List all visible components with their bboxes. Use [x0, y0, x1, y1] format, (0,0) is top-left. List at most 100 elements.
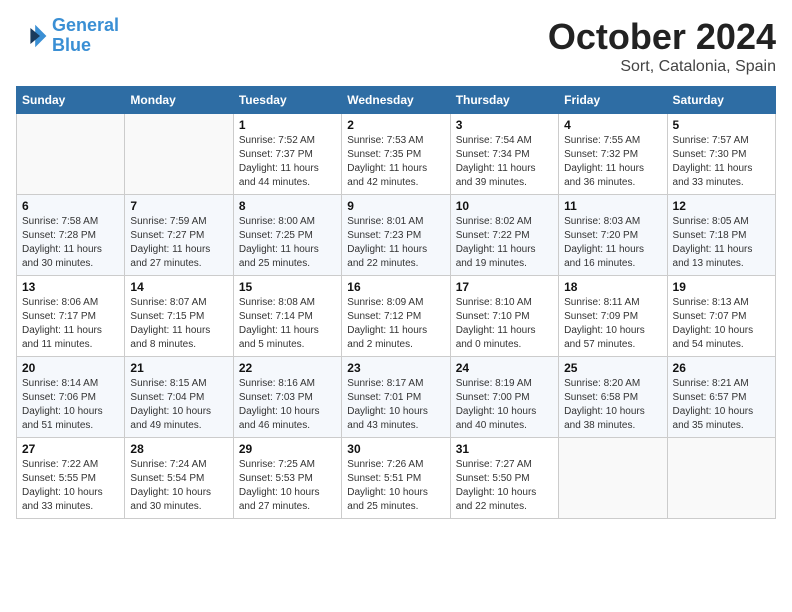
day-number: 2 [347, 118, 444, 132]
calendar-cell: 30 Sunrise: 7:26 AM Sunset: 5:51 PM Dayli… [342, 438, 450, 519]
calendar-week-row: 27 Sunrise: 7:22 AM Sunset: 5:55 PM Dayli… [17, 438, 776, 519]
day-info: Sunrise: 8:14 AM Sunset: 7:06 PM Dayligh… [22, 377, 119, 433]
day-number: 15 [239, 280, 336, 294]
calendar-cell: 22 Sunrise: 8:16 AM Sunset: 7:03 PM Dayli… [233, 357, 341, 438]
day-info: Sunrise: 8:15 AM Sunset: 7:04 PM Dayligh… [130, 377, 227, 433]
location-title: Sort, Catalonia, Spain [548, 58, 776, 76]
calendar-cell [667, 438, 775, 519]
day-number: 24 [456, 361, 553, 375]
day-info: Sunrise: 8:20 AM Sunset: 6:58 PM Dayligh… [564, 377, 661, 433]
calendar-cell: 20 Sunrise: 8:14 AM Sunset: 7:06 PM Dayli… [17, 357, 125, 438]
day-number: 14 [130, 280, 227, 294]
day-info: Sunrise: 7:52 AM Sunset: 7:37 PM Dayligh… [239, 134, 336, 190]
day-info: Sunrise: 7:27 AM Sunset: 5:50 PM Dayligh… [456, 458, 553, 514]
calendar-cell: 27 Sunrise: 7:22 AM Sunset: 5:55 PM Dayli… [17, 438, 125, 519]
calendar-cell: 6 Sunrise: 7:58 AM Sunset: 7:28 PM Daylig… [17, 195, 125, 276]
day-info: Sunrise: 8:00 AM Sunset: 7:25 PM Dayligh… [239, 215, 336, 271]
day-number: 26 [673, 361, 770, 375]
calendar-cell: 1 Sunrise: 7:52 AM Sunset: 7:37 PM Daylig… [233, 114, 341, 195]
day-number: 22 [239, 361, 336, 375]
calendar-cell [17, 114, 125, 195]
calendar-cell: 13 Sunrise: 8:06 AM Sunset: 7:17 PM Dayli… [17, 276, 125, 357]
day-number: 1 [239, 118, 336, 132]
day-number: 6 [22, 199, 119, 213]
calendar-cell: 28Sunrise: 7:24 AM Sunset: 5:54 PM Dayli… [125, 438, 233, 519]
calendar-week-row: 20 Sunrise: 8:14 AM Sunset: 7:06 PM Dayli… [17, 357, 776, 438]
calendar-cell: 11Sunrise: 8:03 AM Sunset: 7:20 PM Dayli… [559, 195, 667, 276]
day-number: 27 [22, 442, 119, 456]
day-number: 28 [130, 442, 227, 456]
calendar-table: SundayMondayTuesdayWednesdayThursdayFrid… [16, 86, 776, 519]
calendar-cell: 16 Sunrise: 8:09 AM Sunset: 7:12 PM Dayli… [342, 276, 450, 357]
calendar-week-row: 1 Sunrise: 7:52 AM Sunset: 7:37 PM Daylig… [17, 114, 776, 195]
day-info: Sunrise: 8:03 AM Sunset: 7:20 PM Dayligh… [564, 215, 661, 271]
day-number: 19 [673, 280, 770, 294]
day-info: Sunrise: 8:05 AM Sunset: 7:18 PM Dayligh… [673, 215, 770, 271]
day-info: Sunrise: 8:16 AM Sunset: 7:03 PM Dayligh… [239, 377, 336, 433]
day-number: 21 [130, 361, 227, 375]
calendar-cell: 5Sunrise: 7:57 AM Sunset: 7:30 PM Daylig… [667, 114, 775, 195]
day-info: Sunrise: 8:06 AM Sunset: 7:17 PM Dayligh… [22, 296, 119, 352]
column-header-sunday: Sunday [17, 87, 125, 114]
day-number: 10 [456, 199, 553, 213]
day-info: Sunrise: 7:26 AM Sunset: 5:51 PM Dayligh… [347, 458, 444, 514]
day-info: Sunrise: 8:02 AM Sunset: 7:22 PM Dayligh… [456, 215, 553, 271]
title-area: October 2024 Sort, Catalonia, Spain [548, 16, 776, 76]
calendar-cell: 24 Sunrise: 8:19 AM Sunset: 7:00 PM Dayli… [450, 357, 558, 438]
day-info: Sunrise: 7:54 AM Sunset: 7:34 PM Dayligh… [456, 134, 553, 190]
day-number: 9 [347, 199, 444, 213]
calendar-cell: 25 Sunrise: 8:20 AM Sunset: 6:58 PM Dayli… [559, 357, 667, 438]
day-number: 30 [347, 442, 444, 456]
calendar-cell: 17 Sunrise: 8:10 AM Sunset: 7:10 PM Dayli… [450, 276, 558, 357]
day-info: Sunrise: 7:59 AM Sunset: 7:27 PM Dayligh… [130, 215, 227, 271]
column-header-thursday: Thursday [450, 87, 558, 114]
calendar-body: 1 Sunrise: 7:52 AM Sunset: 7:37 PM Daylig… [17, 114, 776, 519]
calendar-cell: 23Sunrise: 8:17 AM Sunset: 7:01 PM Dayli… [342, 357, 450, 438]
day-info: Sunrise: 8:09 AM Sunset: 7:12 PM Dayligh… [347, 296, 444, 352]
day-number: 8 [239, 199, 336, 213]
month-title: October 2024 [548, 16, 776, 58]
day-info: Sunrise: 7:55 AM Sunset: 7:32 PM Dayligh… [564, 134, 661, 190]
day-info: Sunrise: 8:07 AM Sunset: 7:15 PM Dayligh… [130, 296, 227, 352]
calendar-cell: 31 Sunrise: 7:27 AM Sunset: 5:50 PM Dayli… [450, 438, 558, 519]
day-number: 5 [673, 118, 770, 132]
calendar-cell: 8 Sunrise: 8:00 AM Sunset: 7:25 PM Daylig… [233, 195, 341, 276]
calendar-cell: 19 Sunrise: 8:13 AM Sunset: 7:07 PM Dayli… [667, 276, 775, 357]
day-number: 31 [456, 442, 553, 456]
calendar-cell: 10 Sunrise: 8:02 AM Sunset: 7:22 PM Dayli… [450, 195, 558, 276]
calendar-cell: 3 Sunrise: 7:54 AM Sunset: 7:34 PM Daylig… [450, 114, 558, 195]
day-info: Sunrise: 8:01 AM Sunset: 7:23 PM Dayligh… [347, 215, 444, 271]
column-header-tuesday: Tuesday [233, 87, 341, 114]
day-info: Sunrise: 7:22 AM Sunset: 5:55 PM Dayligh… [22, 458, 119, 514]
day-info: Sunrise: 8:19 AM Sunset: 7:00 PM Dayligh… [456, 377, 553, 433]
day-number: 13 [22, 280, 119, 294]
day-number: 17 [456, 280, 553, 294]
calendar-cell: 26Sunrise: 8:21 AM Sunset: 6:57 PM Dayli… [667, 357, 775, 438]
logo-icon [16, 20, 48, 52]
day-number: 20 [22, 361, 119, 375]
day-info: Sunrise: 8:13 AM Sunset: 7:07 PM Dayligh… [673, 296, 770, 352]
calendar-cell: 14 Sunrise: 8:07 AM Sunset: 7:15 PM Dayli… [125, 276, 233, 357]
day-info: Sunrise: 8:11 AM Sunset: 7:09 PM Dayligh… [564, 296, 661, 352]
header: General Blue October 2024 Sort, Cataloni… [16, 16, 776, 76]
day-info: Sunrise: 8:10 AM Sunset: 7:10 PM Dayligh… [456, 296, 553, 352]
calendar-cell: 18Sunrise: 8:11 AM Sunset: 7:09 PM Dayli… [559, 276, 667, 357]
calendar-cell [559, 438, 667, 519]
calendar-cell: 7Sunrise: 7:59 AM Sunset: 7:27 PM Daylig… [125, 195, 233, 276]
calendar-week-row: 13 Sunrise: 8:06 AM Sunset: 7:17 PM Dayli… [17, 276, 776, 357]
day-number: 12 [673, 199, 770, 213]
calendar-cell: 2 Sunrise: 7:53 AM Sunset: 7:35 PM Daylig… [342, 114, 450, 195]
day-info: Sunrise: 7:53 AM Sunset: 7:35 PM Dayligh… [347, 134, 444, 190]
day-number: 16 [347, 280, 444, 294]
day-info: Sunrise: 7:58 AM Sunset: 7:28 PM Dayligh… [22, 215, 119, 271]
calendar-week-row: 6 Sunrise: 7:58 AM Sunset: 7:28 PM Daylig… [17, 195, 776, 276]
calendar-cell [125, 114, 233, 195]
column-header-friday: Friday [559, 87, 667, 114]
day-number: 29 [239, 442, 336, 456]
day-number: 4 [564, 118, 661, 132]
logo: General Blue [16, 16, 119, 56]
day-number: 3 [456, 118, 553, 132]
calendar-cell: 29Sunrise: 7:25 AM Sunset: 5:53 PM Dayli… [233, 438, 341, 519]
column-header-monday: Monday [125, 87, 233, 114]
day-number: 25 [564, 361, 661, 375]
